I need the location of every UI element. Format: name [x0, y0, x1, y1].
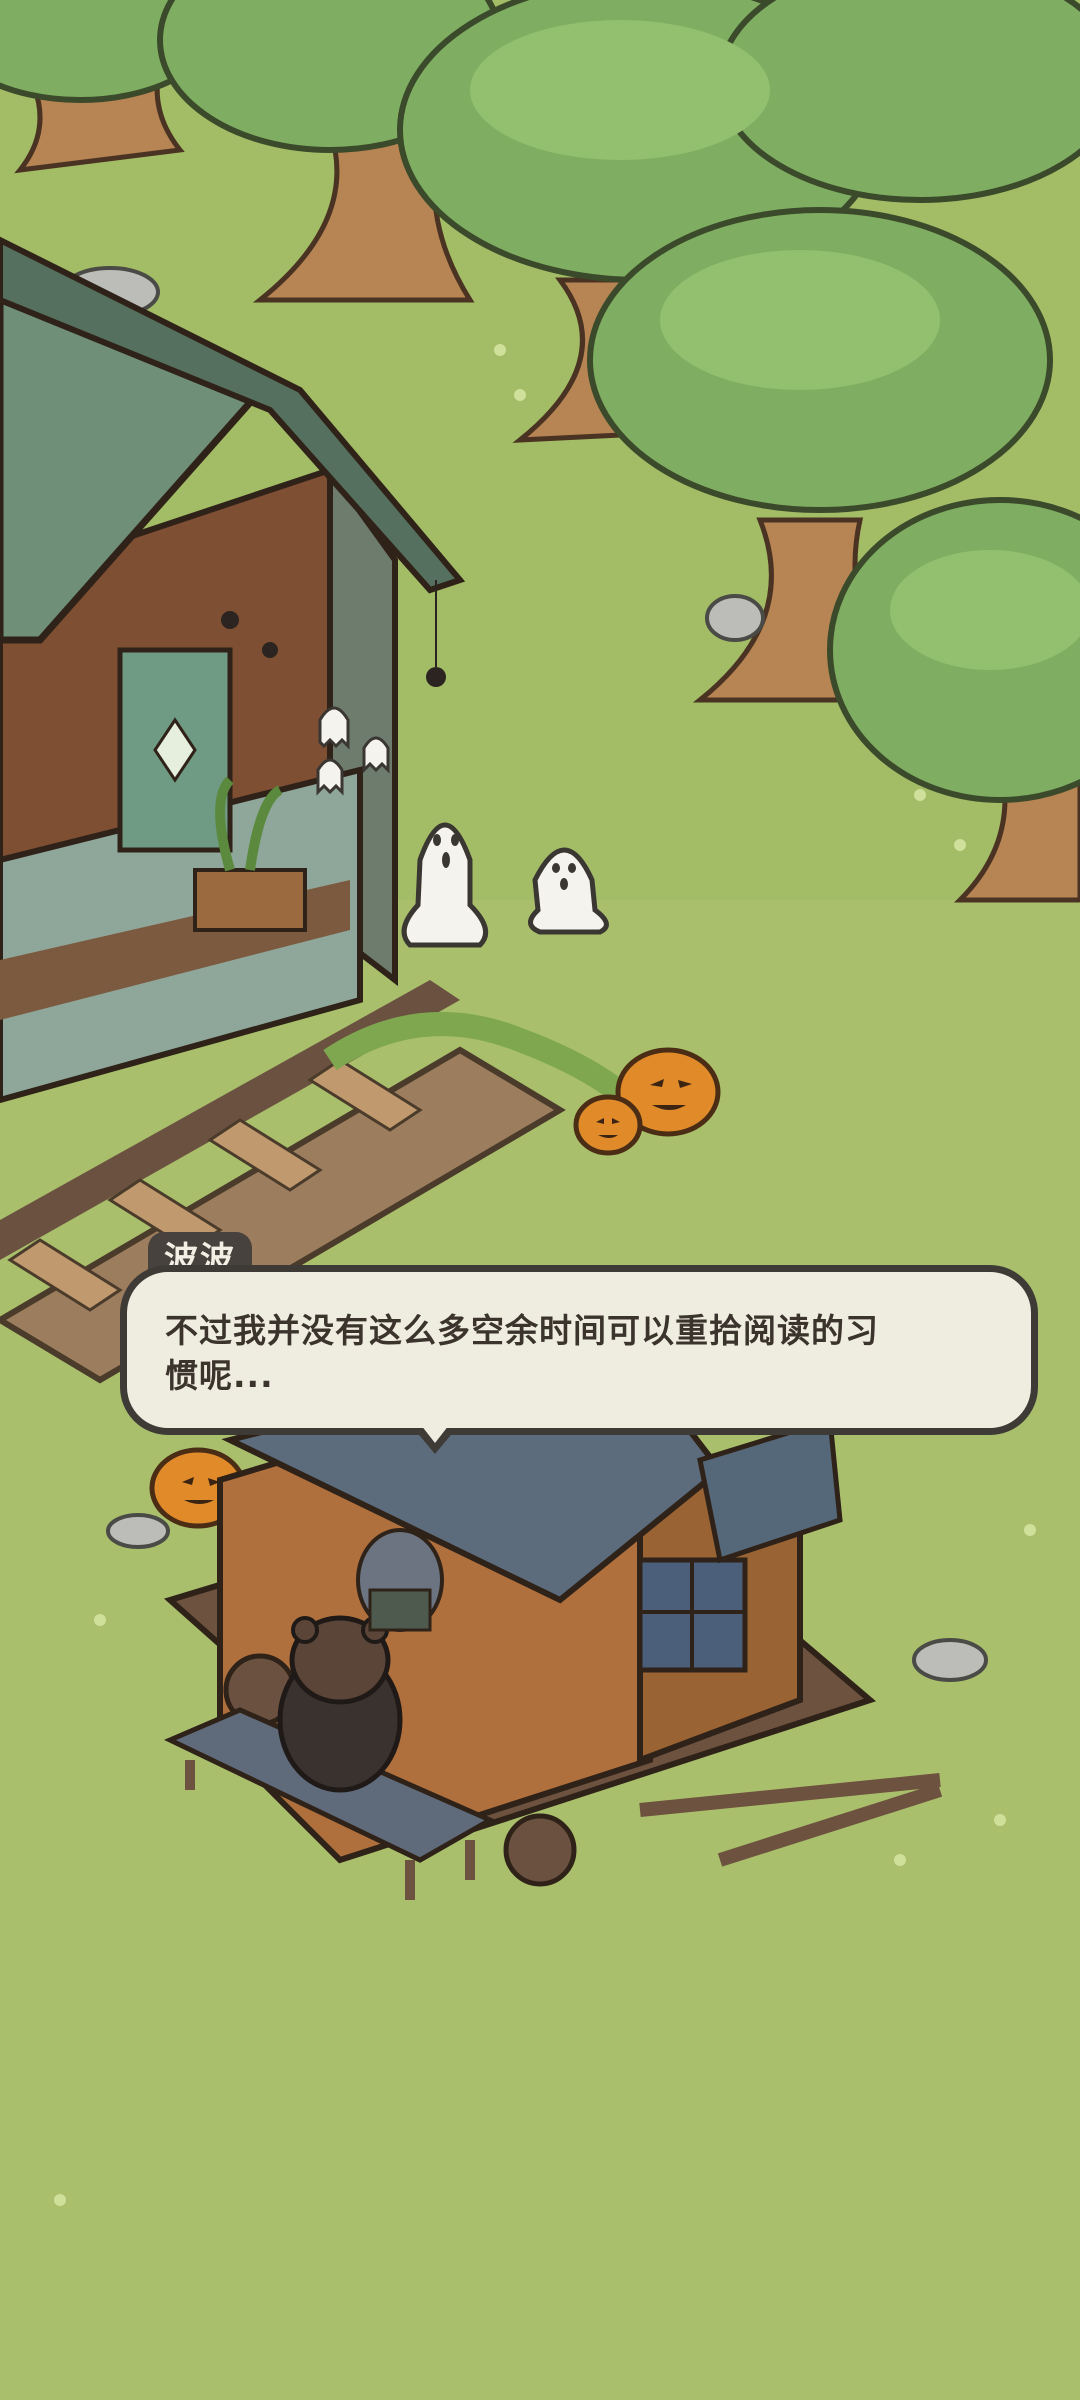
bear-character — [277, 1615, 403, 1793]
dialog-text: 不过我并没有这么多空余时间可以重拾阅读的习 惯呢... — [165, 1308, 997, 1398]
dialog-line-1: 不过我并没有这么多空余时间可以重拾阅读的习 — [165, 1311, 879, 1350]
cart-vendor — [356, 1528, 444, 1632]
dialog-line-2: 惯呢... — [165, 1356, 274, 1395]
game-scene[interactable] — [0, 0, 1080, 2400]
dialog-box[interactable]: 不过我并没有这么多空余时间可以重拾阅读的习 惯呢... — [120, 1265, 1038, 1454]
